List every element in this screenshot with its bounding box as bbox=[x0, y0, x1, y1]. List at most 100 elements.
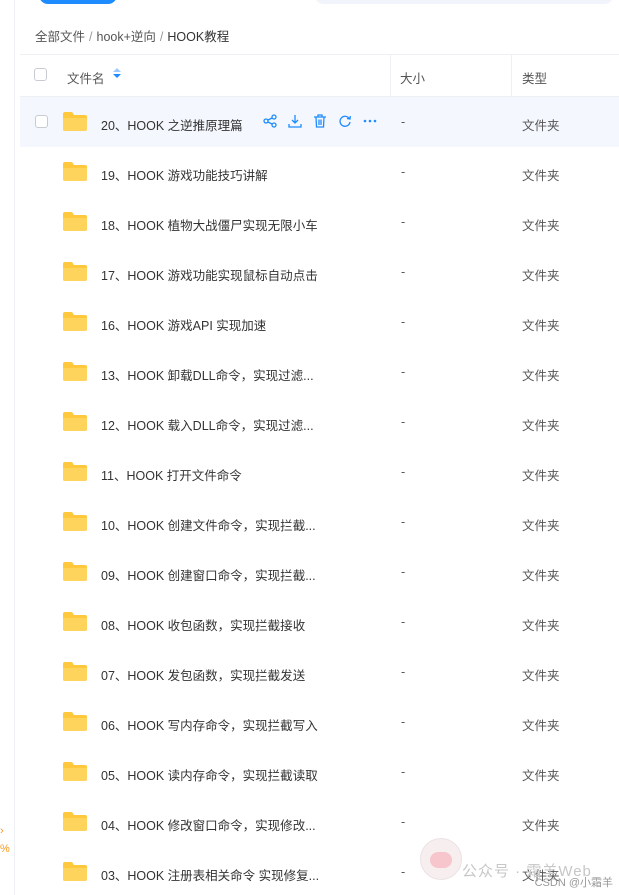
file-type: 文件夹 bbox=[522, 569, 560, 583]
file-type: 文件夹 bbox=[522, 269, 560, 283]
file-name[interactable]: 12、HOOK 载入DLL命令，实现过滤... bbox=[101, 415, 314, 434]
file-type: 文件夹 bbox=[522, 119, 560, 133]
more-icon[interactable] bbox=[363, 114, 377, 128]
folder-icon bbox=[62, 310, 88, 332]
breadcrumb-parent[interactable]: hook+逆向 bbox=[97, 30, 156, 44]
file-name[interactable]: 07、HOOK 发包函数，实现拦截发送 bbox=[101, 665, 305, 684]
table-row[interactable]: 08、HOOK 收包函数，实现拦截接收 - 文件夹 bbox=[20, 597, 619, 647]
table-header: 文件名 大小 类型 bbox=[20, 54, 619, 97]
sort-icon[interactable] bbox=[113, 68, 121, 83]
file-type: 文件夹 bbox=[522, 669, 560, 683]
share-icon[interactable] bbox=[263, 114, 277, 128]
file-size: - bbox=[401, 365, 406, 379]
folder-icon bbox=[62, 410, 88, 432]
folder-icon bbox=[62, 610, 88, 632]
table-row[interactable]: 19、HOOK 游戏功能技巧讲解 - 文件夹 bbox=[20, 147, 619, 197]
watermark-csdn: CSDN @小霜羊 bbox=[534, 877, 613, 889]
file-size: - bbox=[401, 665, 406, 679]
folder-icon bbox=[62, 260, 88, 282]
file-type: 文件夹 bbox=[522, 769, 560, 783]
file-type: 文件夹 bbox=[522, 319, 560, 333]
file-type: 文件夹 bbox=[522, 419, 560, 433]
folder-icon bbox=[62, 760, 88, 782]
table-row[interactable]: 09、HOOK 创建窗口命令，实现拦截... - 文件夹 bbox=[20, 547, 619, 597]
file-size: - bbox=[401, 515, 406, 529]
sidebar-edge-marks: ›% bbox=[0, 825, 10, 855]
file-name[interactable]: 08、HOOK 收包函数，实现拦截接收 bbox=[101, 615, 305, 634]
file-name[interactable]: 20、HOOK 之逆推原理篇 bbox=[101, 115, 243, 134]
delete-icon[interactable] bbox=[313, 114, 327, 128]
table-row[interactable]: 17、HOOK 游戏功能实现鼠标自动点击 - 文件夹 bbox=[20, 247, 619, 297]
search-box[interactable] bbox=[314, 0, 614, 4]
file-size: - bbox=[401, 615, 406, 629]
file-size: - bbox=[401, 565, 406, 579]
file-name[interactable]: 09、HOOK 创建窗口命令，实现拦截... bbox=[101, 565, 316, 584]
refresh-icon[interactable] bbox=[338, 114, 352, 128]
folder-icon bbox=[62, 110, 88, 132]
table-body: 20、HOOK 之逆推原理篇 - 文件夹 19、HOOK 游戏功能技巧讲解 - 文件夹 18… bbox=[20, 97, 619, 895]
table-row[interactable]: 18、HOOK 植物大战僵尸实现无限小车 - 文件夹 bbox=[20, 197, 619, 247]
file-type: 文件夹 bbox=[522, 369, 560, 383]
table-row[interactable]: 13、HOOK 卸载DLL命令，实现过滤... - 文件夹 bbox=[20, 347, 619, 397]
column-header-name[interactable]: 文件名 bbox=[67, 68, 105, 87]
breadcrumb: 全部文件 / hook+逆向 / HOOK教程 bbox=[35, 26, 229, 45]
row-checkbox[interactable] bbox=[35, 115, 48, 128]
file-name[interactable]: 19、HOOK 游戏功能技巧讲解 bbox=[101, 165, 268, 184]
folder-icon bbox=[62, 560, 88, 582]
column-header-size[interactable]: 大小 bbox=[400, 68, 425, 87]
breadcrumb-separator: / bbox=[159, 30, 164, 44]
file-name[interactable]: 11、HOOK 打开文件命令 bbox=[101, 465, 242, 484]
watermark-logo bbox=[420, 838, 462, 880]
breadcrumb-root[interactable]: 全部文件 bbox=[35, 30, 85, 44]
file-name[interactable]: 16、HOOK 游戏API 实现加速 bbox=[101, 315, 266, 334]
column-header-type[interactable]: 类型 bbox=[522, 68, 547, 87]
file-name[interactable]: 03、HOOK 注册表相关命令 实现修复... bbox=[101, 865, 319, 884]
table-row[interactable]: 16、HOOK 游戏API 实现加速 - 文件夹 bbox=[20, 297, 619, 347]
file-name[interactable]: 04、HOOK 修改窗口命令，实现修改... bbox=[101, 815, 316, 834]
file-size: - bbox=[401, 865, 406, 879]
table-row[interactable]: 20、HOOK 之逆推原理篇 - 文件夹 bbox=[20, 97, 619, 147]
file-table: 文件名 大小 类型 20、HOOK 之逆推原理篇 - 文件夹 19、HOOK 游戏功能… bbox=[20, 54, 619, 895]
folder-icon bbox=[62, 460, 88, 482]
left-sidebar-edge: ›% bbox=[0, 0, 15, 895]
file-size: - bbox=[401, 715, 406, 729]
table-row[interactable]: 05、HOOK 读内存命令，实现拦截读取 - 文件夹 bbox=[20, 747, 619, 797]
file-size: - bbox=[401, 815, 406, 829]
folder-icon bbox=[62, 510, 88, 532]
file-name[interactable]: 13、HOOK 卸载DLL命令，实现过滤... bbox=[101, 365, 314, 384]
download-icon[interactable] bbox=[288, 114, 302, 128]
breadcrumb-separator: / bbox=[89, 30, 93, 44]
file-size: - bbox=[401, 165, 406, 179]
file-size: - bbox=[401, 265, 406, 279]
table-row[interactable]: 11、HOOK 打开文件命令 - 文件夹 bbox=[20, 447, 619, 497]
upload-button[interactable] bbox=[39, 0, 117, 4]
select-all-checkbox[interactable] bbox=[34, 68, 47, 81]
folder-icon bbox=[62, 160, 88, 182]
table-row[interactable]: 10、HOOK 创建文件命令，实现拦截... - 文件夹 bbox=[20, 497, 619, 547]
file-size: - bbox=[401, 115, 406, 129]
top-toolbar bbox=[14, 0, 619, 18]
folder-icon bbox=[62, 360, 88, 382]
table-row[interactable]: 12、HOOK 载入DLL命令，实现过滤... - 文件夹 bbox=[20, 397, 619, 447]
breadcrumb-current: HOOK教程 bbox=[167, 30, 230, 44]
file-type: 文件夹 bbox=[522, 219, 560, 233]
file-name[interactable]: 17、HOOK 游戏功能实现鼠标自动点击 bbox=[101, 265, 318, 284]
file-name[interactable]: 18、HOOK 植物大战僵尸实现无限小车 bbox=[101, 215, 318, 234]
file-size: - bbox=[401, 415, 406, 429]
file-type: 文件夹 bbox=[522, 619, 560, 633]
file-size: - bbox=[401, 765, 406, 779]
file-name[interactable]: 06、HOOK 写内存命令，实现拦截写入 bbox=[101, 715, 318, 734]
folder-icon bbox=[62, 710, 88, 732]
row-actions bbox=[263, 114, 377, 128]
file-type: 文件夹 bbox=[522, 819, 560, 833]
folder-icon bbox=[62, 210, 88, 232]
file-name[interactable]: 05、HOOK 读内存命令，实现拦截读取 bbox=[101, 765, 318, 784]
column-divider bbox=[390, 55, 391, 96]
file-name[interactable]: 10、HOOK 创建文件命令，实现拦截... bbox=[101, 515, 316, 534]
file-type: 文件夹 bbox=[522, 169, 560, 183]
file-type: 文件夹 bbox=[522, 519, 560, 533]
table-row[interactable]: 06、HOOK 写内存命令，实现拦截写入 - 文件夹 bbox=[20, 697, 619, 747]
folder-icon bbox=[62, 660, 88, 682]
file-manager-page: ›% 全部文件 / hook+逆向 / HOOK教程 文件名 大小 类型 20、HOOK… bbox=[0, 0, 619, 895]
table-row[interactable]: 07、HOOK 发包函数，实现拦截发送 - 文件夹 bbox=[20, 647, 619, 697]
